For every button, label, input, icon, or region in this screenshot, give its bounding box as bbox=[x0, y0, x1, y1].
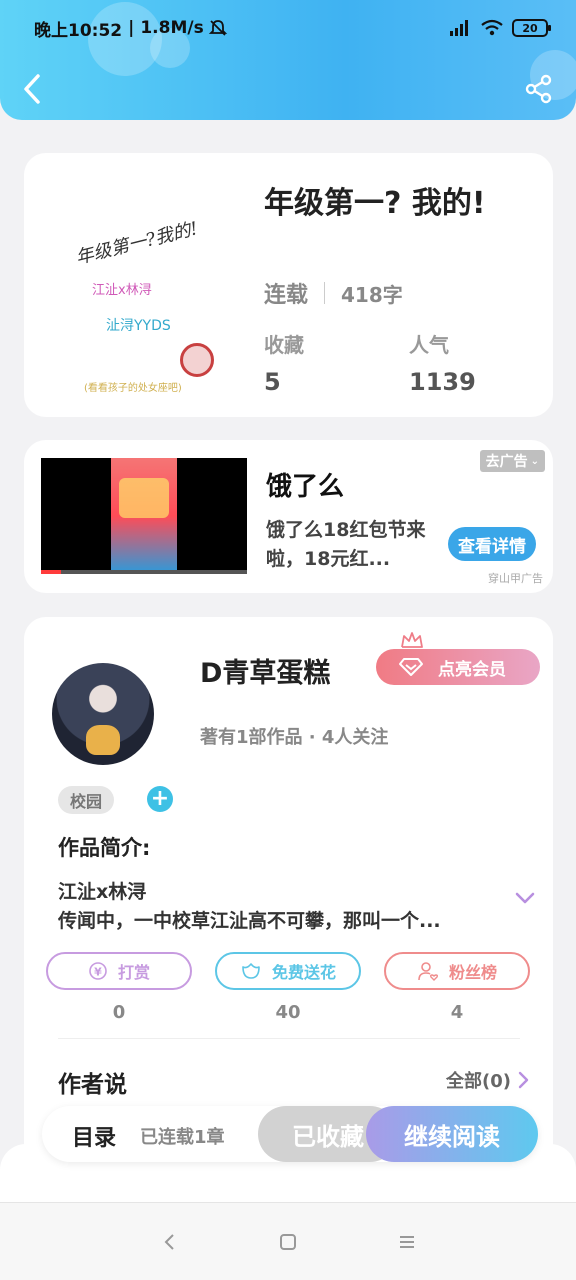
status-time: 晚上10:52 bbox=[34, 20, 123, 41]
tip-count: 0 bbox=[112, 1002, 126, 1023]
reading-action-bar: 目录 已连载1章 已收藏 继续阅读 bbox=[42, 1106, 538, 1162]
intro-text[interactable]: 江沚x林浔 传闻中，一中校草江沚高不可攀，那叫一个... bbox=[58, 878, 490, 936]
add-tag-button[interactable]: + bbox=[147, 786, 173, 812]
ad-source: 穿山甲广告 bbox=[488, 572, 543, 585]
book-word-count: 418字 bbox=[341, 282, 403, 307]
vip-button[interactable]: 点亮会员 bbox=[376, 649, 540, 685]
status-speed: 1.8M/s bbox=[140, 18, 204, 38]
book-status: 连载 bbox=[264, 283, 309, 308]
mute-icon bbox=[208, 20, 227, 36]
fan-ranking-label: 粉丝榜 bbox=[448, 963, 497, 982]
favorites-value: 5 bbox=[264, 368, 281, 396]
cover-line: 沚浔YYDS bbox=[106, 318, 171, 334]
chevron-right-icon bbox=[518, 1071, 529, 1089]
nav-back-icon[interactable] bbox=[155, 1227, 185, 1257]
cover-line: 江沚x林浔 bbox=[92, 283, 152, 298]
divider bbox=[324, 282, 326, 304]
expand-chevron-icon[interactable] bbox=[514, 891, 536, 905]
view-all-label: 全部(0) bbox=[446, 1071, 511, 1092]
ad-card[interactable]: 饿了么 饿了么18红包节来啦，18元红... 去广告 ⌄ 查看详情 穿山甲广告 bbox=[24, 440, 553, 593]
fan-ranking-button[interactable]: 粉丝榜 bbox=[384, 952, 530, 990]
intro-heading: 作品简介: bbox=[58, 836, 151, 860]
tip-button[interactable]: ¥ 打赏 bbox=[46, 952, 192, 990]
nav-menu-icon[interactable] bbox=[392, 1227, 422, 1257]
signal-icon bbox=[450, 20, 468, 36]
yen-coin-icon: ¥ bbox=[89, 962, 107, 980]
ad-details-button[interactable]: 查看详情 bbox=[448, 527, 536, 561]
nav-home-icon[interactable] bbox=[273, 1227, 303, 1257]
cover-seal bbox=[180, 343, 214, 377]
ad-video[interactable] bbox=[41, 458, 247, 574]
divider bbox=[58, 1038, 520, 1039]
ad-title: 饿了么 bbox=[266, 472, 345, 502]
chevron-down-icon: ⌄ bbox=[530, 455, 539, 467]
remove-ad-button[interactable]: 去广告 ⌄ bbox=[479, 450, 545, 472]
author-name[interactable]: D青草蛋糕 bbox=[200, 651, 330, 690]
ad-description: 饿了么18红包节来啦，18元红... bbox=[266, 519, 426, 570]
popularity-label: 人气 bbox=[409, 333, 449, 357]
header: 晚上10:52 | 1.8M/s 20 bbox=[0, 0, 576, 120]
cover-line: (看看孩子的处女座吧) bbox=[84, 383, 182, 394]
status-bar: 晚上10:52 | 1.8M/s 20 bbox=[34, 14, 551, 42]
flower-count: 40 bbox=[275, 1002, 301, 1023]
remove-ad-label: 去广告 bbox=[485, 454, 528, 470]
author-says-heading: 作者说 bbox=[58, 1072, 127, 1098]
continue-reading-button[interactable]: 继续阅读 bbox=[366, 1106, 538, 1162]
favorites-stat: 收藏 5 bbox=[264, 329, 304, 396]
system-nav-bar bbox=[0, 1202, 576, 1280]
send-flower-label: 免费送花 bbox=[271, 963, 336, 982]
tip-label: 打赏 bbox=[117, 963, 150, 982]
cover-title: 年级第一?我的! bbox=[73, 218, 200, 269]
vip-label: 点亮会员 bbox=[438, 659, 506, 680]
user-heart-icon bbox=[418, 962, 439, 981]
diamond-icon bbox=[399, 658, 423, 676]
avatar[interactable] bbox=[52, 663, 154, 765]
flower-icon bbox=[242, 963, 260, 979]
view-all-link[interactable]: 全部(0) bbox=[446, 1067, 529, 1093]
crown-icon bbox=[401, 632, 423, 648]
book-info-card: 年级第一?我的! 江沚x林浔 沚浔YYDS (看看孩子的处女座吧) 年级第一? … bbox=[24, 153, 553, 417]
tag-chip[interactable]: 校园 bbox=[58, 786, 115, 814]
back-arrow-icon[interactable] bbox=[18, 72, 48, 106]
favorites-label: 收藏 bbox=[264, 333, 304, 357]
popularity-value: 1139 bbox=[409, 368, 476, 396]
book-cover[interactable]: 年级第一?我的! 江沚x林浔 沚浔YYDS (看看孩子的处女座吧) bbox=[54, 183, 254, 403]
battery-level: 20 bbox=[522, 21, 538, 35]
author-subtitle: 著有1部作品 · 4人关注 bbox=[200, 727, 389, 748]
battery-icon: 20 bbox=[512, 19, 551, 37]
ad-progress-bar bbox=[41, 570, 247, 574]
svg-text:¥: ¥ bbox=[94, 966, 102, 979]
serial-status: 已连载1章 bbox=[140, 1127, 225, 1148]
book-title: 年级第一? 我的! bbox=[264, 186, 486, 221]
popularity-stat: 人气 1139 bbox=[409, 329, 476, 396]
wifi-icon bbox=[481, 19, 503, 36]
intro-line: 传闻中，一中校草江沚高不可攀，那叫一个... bbox=[58, 910, 441, 932]
ad-poster bbox=[111, 458, 177, 574]
book-meta: 连载 418字 bbox=[264, 277, 403, 309]
send-flower-button[interactable]: 免费送花 bbox=[215, 952, 361, 990]
toc-button[interactable]: 目录 bbox=[72, 1120, 116, 1152]
fan-count: 4 bbox=[450, 1002, 464, 1023]
intro-line: 江沚x林浔 bbox=[58, 881, 147, 903]
share-icon[interactable] bbox=[524, 74, 554, 104]
